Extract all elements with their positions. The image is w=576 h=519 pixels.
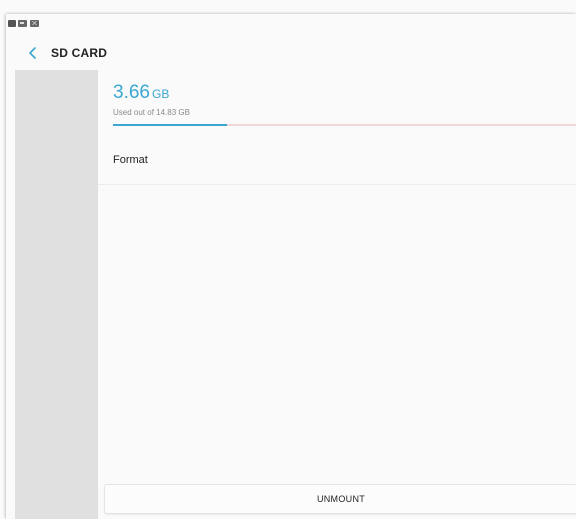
- sd-card-icon: [8, 20, 16, 27]
- page-title: SD CARD: [51, 46, 108, 60]
- storage-used-value: 3.66 GB: [113, 82, 169, 104]
- sd-card-screen: SD CARD 3.66 GB Used out of 14.83 GB Form…: [6, 14, 576, 519]
- format-label: Format: [113, 154, 148, 166]
- format-item[interactable]: Format: [98, 138, 576, 185]
- storage-used-unit: GB: [151, 87, 170, 101]
- chevron-left-icon: [29, 47, 36, 59]
- storage-used-number: 3.66: [113, 82, 150, 103]
- mail-icon: [30, 20, 39, 27]
- storage-caption: Used out of 14.83 GB: [113, 108, 190, 117]
- back-button[interactable]: [24, 44, 42, 62]
- top-bar: SD CARD: [6, 38, 576, 68]
- status-bar: [6, 18, 576, 30]
- storage-usage-bar: [113, 124, 576, 126]
- storage-content: 3.66 GB Used out of 14.83 GB Format UNMOU…: [98, 70, 576, 519]
- image-icon: [18, 20, 27, 27]
- storage-usage-bar-fill: [113, 124, 228, 126]
- side-panel: [15, 70, 98, 519]
- unmount-button[interactable]: UNMOUNT: [104, 484, 576, 514]
